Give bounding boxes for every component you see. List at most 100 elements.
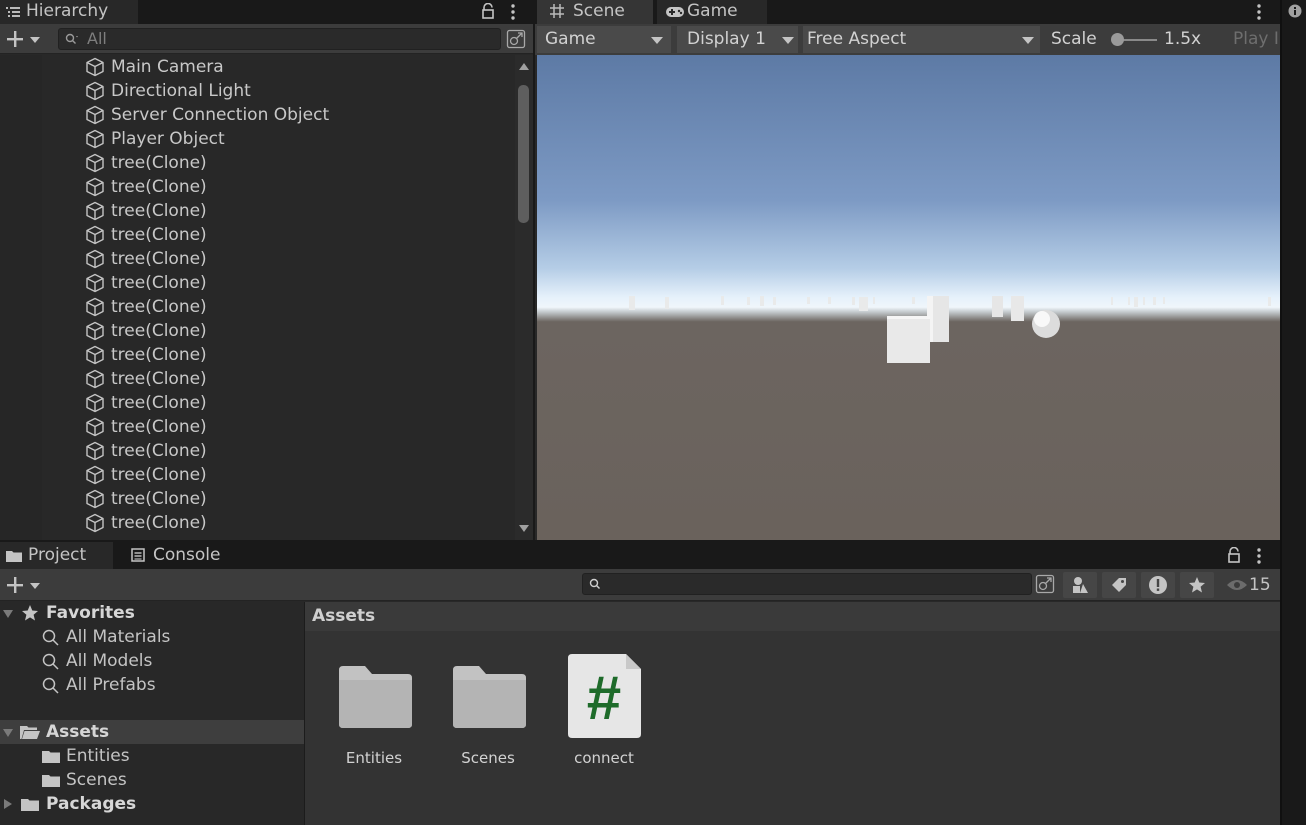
folder-item-scenes[interactable]: Scenes	[40, 768, 127, 792]
star-icon	[22, 605, 38, 621]
hierarchy-item-label: tree(Clone)	[111, 513, 207, 533]
folder-item-label: Scenes	[66, 770, 127, 790]
scene-visibility-icon[interactable]	[506, 29, 526, 49]
hierarchy-item[interactable]: tree(Clone)	[84, 487, 207, 511]
eye-icon	[1227, 580, 1247, 590]
filter-by-error-button[interactable]	[1141, 572, 1175, 598]
game-scene-render	[629, 296, 1271, 363]
gameobject-cube-icon	[86, 369, 104, 389]
hierarchy-item[interactable]: tree(Clone)	[84, 175, 207, 199]
chevron-down-icon	[30, 37, 40, 43]
tab-project-label: Project	[28, 545, 87, 565]
hierarchy-item-label: Player Object	[111, 129, 225, 149]
display-dropdown[interactable]: Display 1	[677, 26, 798, 53]
expand-arrow-icon[interactable]	[3, 729, 13, 737]
sphere-object	[1032, 310, 1060, 338]
gameobject-cube-icon	[86, 249, 104, 269]
hierarchy-search-input[interactable]: All	[58, 28, 501, 50]
favorites-row[interactable]: Favorites	[0, 601, 304, 625]
tab-scene[interactable]: Scene	[537, 0, 653, 24]
hidden-packages-toggle[interactable]: 15	[1220, 572, 1278, 598]
favorite-item-all-models[interactable]: All Models	[40, 649, 152, 673]
hierarchy-item[interactable]: Main Camera	[84, 55, 224, 79]
tab-console[interactable]: Console	[116, 542, 246, 569]
filter-by-label-button[interactable]	[1102, 572, 1136, 598]
hierarchy-item-label: tree(Clone)	[111, 177, 207, 197]
kebab-menu-icon[interactable]	[508, 3, 518, 21]
gameobject-cube-icon	[86, 321, 104, 341]
kebab-menu-icon[interactable]	[1254, 547, 1264, 565]
game-mode-value: Game	[545, 29, 596, 49]
hierarchy-item[interactable]: tree(Clone)	[84, 343, 207, 367]
gameobject-cube-icon	[86, 129, 104, 149]
create-button[interactable]	[4, 28, 44, 50]
tab-hierarchy[interactable]: Hierarchy	[0, 0, 138, 24]
game-viewport[interactable]	[537, 55, 1280, 540]
info-icon[interactable]	[1288, 4, 1302, 18]
search-scope-icon[interactable]	[1035, 574, 1055, 594]
hierarchy-item[interactable]: tree(Clone)	[84, 199, 207, 223]
hierarchy-item[interactable]: tree(Clone)	[84, 295, 207, 319]
hierarchy-item[interactable]: tree(Clone)	[84, 439, 207, 463]
hierarchy-item[interactable]: tree(Clone)	[84, 247, 207, 271]
favorites-label: Favorites	[46, 603, 135, 623]
chevron-down-icon	[651, 37, 663, 44]
hierarchy-item[interactable]: tree(Clone)	[84, 415, 207, 439]
hierarchy-item[interactable]: tree(Clone)	[84, 511, 207, 535]
hierarchy-item-label: tree(Clone)	[111, 201, 207, 221]
asset-item-label: Scenes	[461, 749, 515, 767]
favorite-button[interactable]	[1180, 572, 1214, 598]
tab-game[interactable]: Game	[657, 0, 767, 24]
favorite-item-all-materials[interactable]: All Materials	[40, 625, 170, 649]
folder-icon	[453, 666, 526, 728]
game-toolbar: Game Display 1 Free Aspect Scale 1.5x Pl…	[535, 24, 1280, 55]
play-focused-toggle[interactable]: Play I	[1227, 26, 1280, 53]
packages-folder-row[interactable]: Packages	[0, 792, 304, 816]
aspect-dropdown[interactable]: Free Aspect	[803, 26, 1040, 53]
gameobject-cube-icon	[86, 441, 104, 461]
lock-icon[interactable]	[1227, 547, 1241, 563]
expand-arrow-icon[interactable]	[3, 610, 13, 618]
hierarchy-item[interactable]: Player Object	[84, 127, 225, 151]
hierarchy-item[interactable]: tree(Clone)	[84, 223, 207, 247]
chevron-down-icon	[1022, 37, 1034, 44]
tab-hierarchy-label: Hierarchy	[26, 1, 109, 21]
hierarchy-scrollbar[interactable]	[515, 55, 533, 540]
folder-item-entities[interactable]: Entities	[40, 744, 130, 768]
favorite-item-label: All Models	[66, 651, 153, 671]
scroll-down-icon[interactable]	[519, 525, 529, 532]
lock-icon[interactable]	[481, 3, 495, 19]
hierarchy-item-label: tree(Clone)	[111, 393, 207, 413]
gameobject-cube-icon	[86, 297, 104, 317]
collapsed-arrow-icon[interactable]	[4, 799, 12, 809]
gameobject-cube-icon	[86, 177, 104, 197]
game-mode-dropdown[interactable]: Game	[537, 26, 671, 53]
hierarchy-item[interactable]: tree(Clone)	[84, 463, 207, 487]
scrollbar-thumb[interactable]	[518, 85, 529, 223]
tab-project[interactable]: Project	[0, 542, 113, 569]
hierarchy-item[interactable]: tree(Clone)	[84, 271, 207, 295]
inspector-collapsed-strip[interactable]	[1280, 0, 1306, 825]
gameobject-cube-icon	[86, 57, 104, 77]
filter-by-type-button[interactable]	[1063, 572, 1097, 598]
hierarchy-item[interactable]: tree(Clone)	[84, 151, 207, 175]
tab-game-label: Game	[687, 1, 738, 21]
favorite-item-all-prefabs[interactable]: All Prefabs	[40, 673, 156, 697]
hierarchy-item-label: tree(Clone)	[111, 489, 207, 509]
create-asset-button[interactable]	[4, 574, 44, 596]
hierarchy-item-label: tree(Clone)	[111, 225, 207, 245]
scale-slider-handle[interactable]	[1111, 33, 1124, 46]
hierarchy-item[interactable]: tree(Clone)	[84, 391, 207, 415]
gameobject-cube-icon	[86, 105, 104, 125]
folder-item-label: Entities	[66, 746, 130, 766]
hierarchy-item[interactable]: tree(Clone)	[84, 367, 207, 391]
hierarchy-item[interactable]: Server Connection Object	[84, 103, 329, 127]
assets-folder-row[interactable]: Assets	[0, 720, 304, 744]
play-label: Play I	[1233, 29, 1279, 49]
hierarchy-item[interactable]: Directional Light	[84, 79, 251, 103]
kebab-menu-icon[interactable]	[1254, 3, 1264, 21]
scroll-up-icon[interactable]	[519, 63, 529, 70]
project-search-input[interactable]	[582, 573, 1032, 595]
hierarchy-item[interactable]: tree(Clone)	[84, 319, 207, 343]
search-icon	[589, 578, 600, 589]
